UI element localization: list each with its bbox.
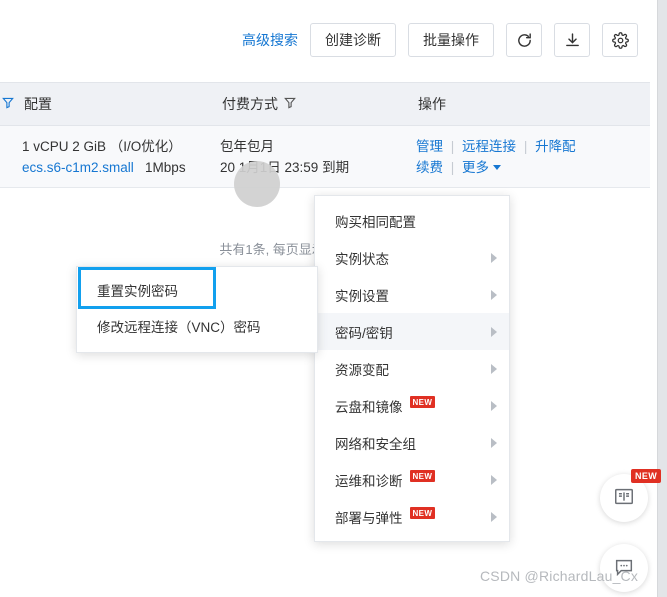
chevron-down-icon[interactable]	[493, 165, 502, 171]
divider: |	[450, 159, 455, 175]
table-header-row: 配置 付费方式 操作	[0, 82, 650, 126]
instance-bandwidth: 1Mbps	[145, 159, 186, 175]
divider: |	[523, 138, 528, 154]
new-badge: NEW	[409, 395, 436, 408]
menu-item-label: 网络和安全组	[335, 436, 416, 452]
upgrade-downgrade-link[interactable]: 升降配	[535, 139, 576, 154]
instance-type-link[interactable]: ecs.s6-c1m2.small	[22, 160, 134, 175]
header-pay-type: 付费方式	[222, 94, 418, 114]
menu-item-label: 购买相同配置	[335, 214, 416, 230]
menu-item[interactable]: 部署与弹性 NEW	[315, 498, 509, 535]
more-actions-menu: 购买相同配置 实例状态 实例设置 密码/密钥 资源变配 云盘和镜像 NEW 网络和安全组 运维和…	[314, 195, 510, 542]
manual-book-icon	[613, 486, 635, 511]
menu-item-label: 实例设置	[335, 288, 389, 304]
chevron-right-icon	[491, 437, 497, 448]
menu-item[interactable]: 运维和诊断 NEW	[315, 461, 509, 498]
new-badge: NEW	[409, 469, 436, 482]
menu-item-label: 密码/密钥	[335, 325, 393, 341]
manage-link[interactable]: 管理	[416, 139, 443, 154]
gear-icon	[611, 31, 629, 49]
chevron-right-icon	[491, 511, 497, 522]
menu-item-label: 部署与弹性	[335, 510, 403, 526]
chevron-right-icon	[491, 474, 497, 485]
header-pay-type-label: 付费方式	[222, 96, 278, 112]
chevron-right-icon	[491, 326, 497, 337]
menu-item[interactable]: 密码/密钥	[315, 313, 509, 350]
menu-item[interactable]: 网络和安全组	[315, 424, 509, 461]
menu-item[interactable]: 实例设置	[315, 276, 509, 313]
instance-spec: 1 vCPU 2 GiB （I/O优化）	[22, 138, 182, 154]
table-toolbar: 高级搜索 创建诊断 批量操作	[0, 14, 650, 66]
chevron-right-icon	[491, 400, 497, 411]
row-config-cell: 1 vCPU 2 GiB （I/O优化） ecs.s6-c1m2.small 1…	[22, 136, 220, 178]
menu-item-label: 云盘和镜像	[335, 399, 403, 415]
instance-table: 配置 付费方式 操作 1 vCPU 2 GiB （I/O优化） ecs.s6-c…	[0, 82, 650, 188]
menu-item[interactable]: 购买相同配置	[315, 202, 509, 239]
chevron-right-icon	[491, 363, 497, 374]
filter-icon[interactable]	[284, 96, 296, 112]
right-edge-gutter	[657, 0, 667, 597]
renew-link[interactable]: 续费	[416, 160, 443, 175]
watermark-text: CSDN @RichardLau_Cx	[480, 568, 639, 584]
download-button[interactable]	[554, 23, 590, 57]
submenu-item-label: 重置实例密码	[97, 284, 178, 299]
cursor-blur-overlay	[234, 161, 280, 207]
header-config: 配置	[24, 96, 52, 112]
download-icon	[564, 32, 581, 49]
refresh-icon	[516, 32, 533, 49]
menu-item[interactable]: 云盘和镜像 NEW	[315, 387, 509, 424]
filter-icon[interactable]	[2, 96, 14, 112]
settings-button[interactable]	[602, 23, 638, 57]
menu-item-label: 资源变配	[335, 362, 389, 378]
chevron-right-icon	[491, 252, 497, 263]
batch-operation-button[interactable]: 批量操作	[408, 23, 494, 57]
menu-item-label: 运维和诊断	[335, 473, 403, 489]
header-filter-cell[interactable]	[0, 96, 24, 112]
refresh-button[interactable]	[506, 23, 542, 57]
remote-connect-link[interactable]: 远程连接	[462, 139, 516, 154]
new-badge: NEW	[409, 506, 436, 519]
fab-new-badge: NEW	[631, 469, 662, 483]
submenu-item[interactable]: 修改远程连接（VNC）密码	[77, 308, 317, 344]
row-operations-cell: 管理 | 远程连接 | 升降配 续费 | 更多	[416, 136, 650, 178]
menu-item-label: 实例状态	[335, 251, 389, 267]
header-operations: 操作	[418, 96, 446, 112]
page-root: 高级搜索 创建诊断 批量操作 配置 付费方式 操作 1 vCPU 2 GiB （…	[0, 0, 667, 597]
divider: |	[450, 138, 455, 154]
submenu-item-label: 修改远程连接（VNC）密码	[97, 320, 261, 335]
table-row: 1 vCPU 2 GiB （I/O优化） ecs.s6-c1m2.small 1…	[0, 126, 650, 188]
menu-item[interactable]: 实例状态	[315, 239, 509, 276]
chevron-right-icon	[491, 289, 497, 300]
password-key-submenu: 重置实例密码修改远程连接（VNC）密码	[76, 266, 318, 353]
submenu-item[interactable]: 重置实例密码	[77, 272, 317, 308]
menu-item[interactable]: 资源变配	[315, 350, 509, 387]
pagination-summary: 共有1条, 每页显示:	[219, 241, 329, 257]
create-diagnosis-button[interactable]: 创建诊断	[310, 23, 396, 57]
advanced-search-link[interactable]: 高级搜索	[242, 30, 298, 50]
pay-type-value: 包年包月	[220, 138, 274, 154]
more-dropdown-link[interactable]: 更多	[462, 160, 489, 175]
